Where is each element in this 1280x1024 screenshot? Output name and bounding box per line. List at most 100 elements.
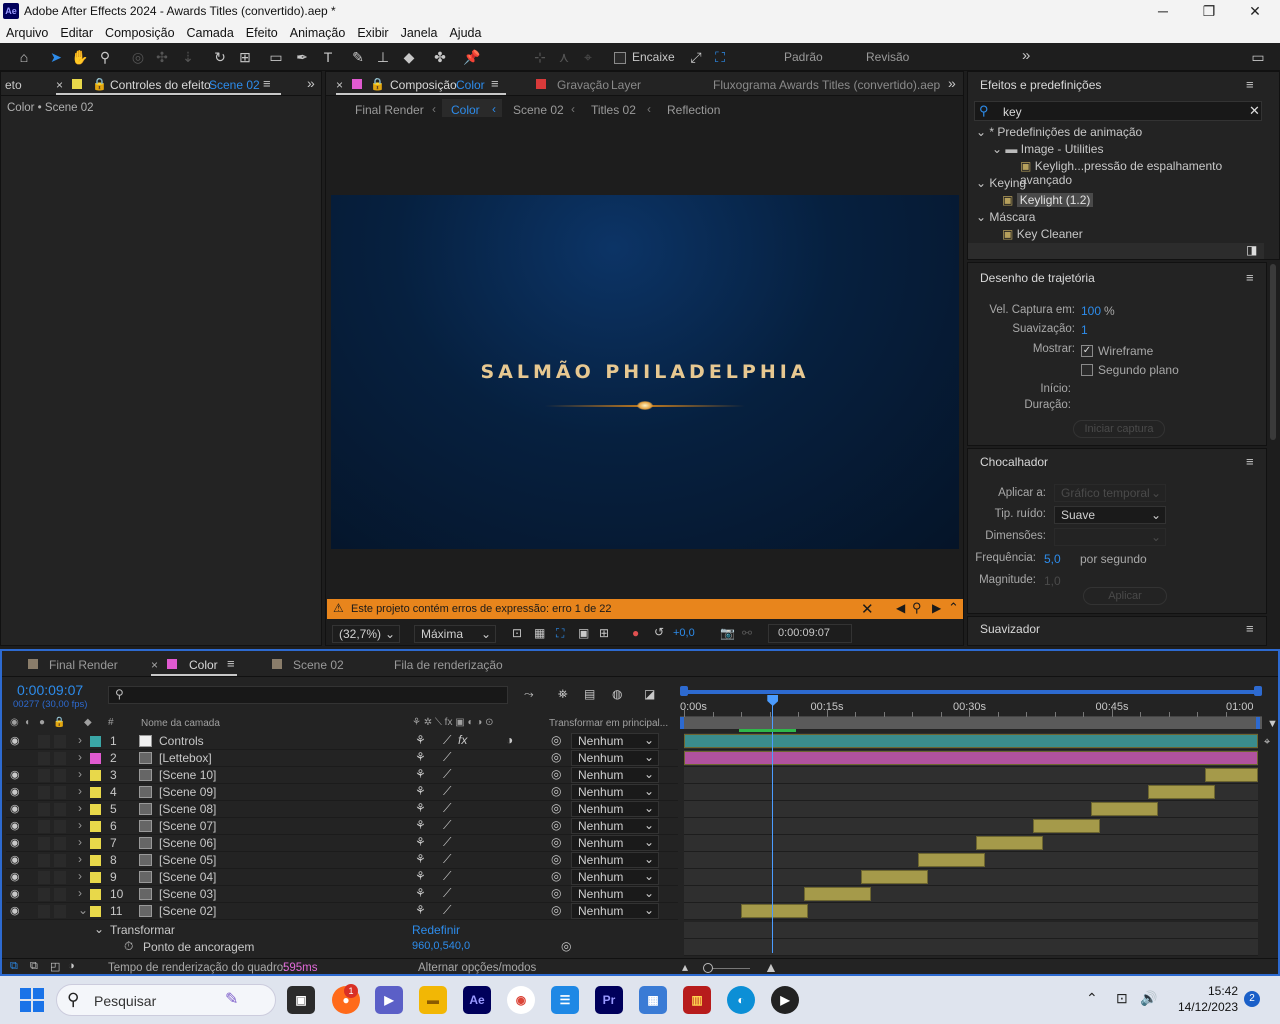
toggle-in-out-icon[interactable]: ◰ — [50, 960, 60, 973]
comp-lock-icon[interactable]: 🔒 — [370, 77, 385, 91]
composition-target[interactable]: Color — [456, 78, 485, 92]
frequency-value[interactable]: 5,0 — [1044, 552, 1061, 566]
footage-target[interactable]: Layer — [611, 78, 641, 92]
breadcrumb-final-render[interactable]: Final Render — [355, 103, 424, 117]
zoom-in-icon[interactable]: ▲ — [764, 959, 778, 975]
snapshot-icon[interactable]: 📷 — [720, 626, 735, 640]
minimize-button[interactable]: ─ — [1148, 2, 1178, 20]
toggle-modes-icon[interactable]: ⧉ — [30, 960, 38, 973]
dolly-camera-icon[interactable]: ⇣ — [178, 48, 198, 66]
mask-visibility-icon[interactable]: ⛶ — [556, 626, 564, 641]
footage-tab[interactable]: Gravação — [557, 78, 609, 92]
lock-column-icon[interactable]: 🔒 — [53, 717, 65, 728]
comp-marker-bin-icon[interactable]: ▼ — [1267, 718, 1278, 730]
navigator-end-handle[interactable] — [1256, 717, 1260, 729]
timeline-search-input[interactable]: ⚲ — [108, 686, 508, 704]
shy-layers-icon[interactable]: ▤ — [584, 687, 595, 701]
dismiss-error-icon[interactable]: ✕ — [861, 600, 874, 618]
track-row[interactable] — [684, 767, 1258, 784]
property-track-row[interactable] — [684, 922, 1258, 939]
tree-item-keylight-preset[interactable]: ▣ Keyligh...pressão de espalhamento avan… — [1020, 159, 1270, 187]
edge-icon[interactable]: ◐ — [727, 986, 755, 1014]
layer-duration-bar[interactable] — [860, 870, 928, 884]
layer-duration-bar[interactable] — [803, 887, 871, 901]
resolution-dropdown[interactable]: Máxima ⌄ — [414, 625, 496, 643]
effects-search-input[interactable]: key — [1003, 105, 1022, 119]
zoom-out-icon[interactable]: ▴ — [682, 960, 688, 974]
graph-editor-icon[interactable]: ◪ — [644, 687, 655, 701]
layer-duration-bar[interactable] — [975, 836, 1043, 850]
menu-composicao[interactable]: Composição — [99, 23, 180, 40]
dimensions-dropdown[interactable]: ⌄ — [1054, 528, 1166, 546]
close-timeline-tab-icon[interactable]: × — [151, 658, 158, 672]
menu-editar[interactable]: Editar — [54, 23, 99, 40]
type-tool-icon[interactable]: T — [318, 48, 338, 66]
search-help-icon[interactable]: ▭ — [1248, 48, 1268, 66]
layer-name-column-header[interactable]: Nome da camada — [141, 718, 220, 729]
toggle-layer-switches-icon[interactable]: ⧉ — [10, 960, 18, 973]
start-capture-button[interactable]: Iniciar captura — [1073, 420, 1165, 438]
close-tab-icon[interactable]: × — [56, 78, 63, 92]
right-scrollbar-thumb[interactable] — [1270, 264, 1276, 440]
next-error-icon[interactable]: ▶ — [932, 601, 941, 615]
viewer-timecode[interactable]: 0:00:09:07 — [778, 627, 830, 639]
teams-icon[interactable]: ▶ — [375, 986, 403, 1014]
maximize-button[interactable]: ❐ — [1194, 2, 1224, 20]
file-explorer-icon[interactable]: ▬ — [419, 986, 447, 1014]
lock-icon[interactable]: 🔒 — [92, 77, 107, 91]
snap-option-icon[interactable]: ⤢ — [686, 48, 706, 66]
breadcrumb-scene-02[interactable]: Scene 02 — [513, 103, 564, 117]
zoom-slider-thumb[interactable] — [703, 963, 713, 973]
media-player-icon[interactable]: ▶ — [771, 986, 799, 1014]
anchor-point-tool-icon[interactable]: ⊞ — [235, 48, 255, 66]
menu-ajuda[interactable]: Ajuda — [443, 23, 487, 40]
show-hidden-icons-icon[interactable]: ⌃ — [1086, 990, 1098, 1007]
clock-date[interactable]: 14/12/2023 — [1162, 1000, 1238, 1014]
comp-mini-flowchart-icon[interactable]: ⤳ — [524, 687, 534, 702]
effects-search-box[interactable]: ⚲ key ✕ — [974, 101, 1262, 121]
flowchart-tab[interactable]: Fluxograma Awards Titles (convertido).ae… — [713, 78, 940, 92]
transparency-grid-icon[interactable]: ▦ — [534, 626, 545, 640]
grid-options-icon[interactable]: ⊞ — [599, 626, 609, 640]
tree-item-mascara[interactable]: ⌄ Máscara — [976, 210, 1266, 227]
wiggler-apply-button[interactable]: Aplicar — [1083, 587, 1167, 605]
new-preset-icon[interactable]: ◨ — [1246, 243, 1257, 257]
region-of-interest-icon[interactable]: ⊡ — [512, 626, 522, 640]
label-column-icon[interactable]: ◆ — [84, 717, 92, 728]
menu-animacao[interactable]: Animação — [284, 23, 352, 40]
work-area-range[interactable] — [680, 690, 1260, 694]
workspace-default[interactable]: Padrão — [784, 50, 823, 64]
menu-janela[interactable]: Janela — [395, 23, 444, 40]
breadcrumb-color[interactable]: Color — [451, 103, 480, 117]
orbit-camera-icon[interactable]: ◎ — [128, 48, 148, 66]
menu-camada[interactable]: Camada — [181, 23, 240, 40]
apply-to-dropdown[interactable]: Gráfico temporal ⌄ — [1054, 484, 1166, 502]
collapse-error-bar-icon[interactable]: ⌃ — [948, 600, 959, 616]
breadcrumb-titles-02[interactable]: Titles 02 — [591, 103, 636, 117]
smoothing-value[interactable]: 1 — [1081, 323, 1088, 337]
timeline-tab-scene-02[interactable]: Scene 02 — [293, 658, 344, 672]
comp-button-icon[interactable]: ⌖ — [1264, 736, 1270, 749]
track-row[interactable] — [684, 835, 1258, 852]
layer-duration-bar[interactable] — [1147, 785, 1215, 799]
hand-tool-icon[interactable]: ✋ — [70, 48, 90, 66]
world-axis-icon[interactable]: ⋏ — [554, 48, 574, 66]
home-icon[interactable]: ⌂ — [14, 48, 34, 66]
parent-column-header[interactable]: Transformar em principal... — [549, 718, 668, 729]
wireframe-checkbox[interactable]: ✓ — [1081, 345, 1093, 357]
snap-checkbox[interactable] — [614, 52, 626, 64]
pan-camera-icon[interactable]: ✣ — [152, 48, 172, 66]
menu-exibir[interactable]: Exibir — [351, 23, 394, 40]
reset-exposure-icon[interactable]: ↺ — [654, 625, 664, 639]
layer-duration-bar[interactable] — [918, 853, 986, 867]
comp-panel-menu-icon[interactable]: ≡ — [491, 76, 499, 91]
channel-rgb-icon[interactable]: ● — [632, 626, 639, 640]
background-checkbox[interactable] — [1081, 364, 1093, 376]
smoother-menu-icon[interactable]: ≡ — [1246, 621, 1254, 636]
windows-start-icon[interactable] — [20, 988, 44, 1012]
effect-controls-tab[interactable]: Controles do efeito — [110, 78, 211, 92]
clock-time[interactable]: 15:42 — [1172, 984, 1238, 998]
network-icon[interactable]: ⊡ — [1116, 990, 1128, 1007]
playhead[interactable] — [767, 695, 779, 953]
frame-blending-icon[interactable]: ◍ — [612, 687, 622, 701]
